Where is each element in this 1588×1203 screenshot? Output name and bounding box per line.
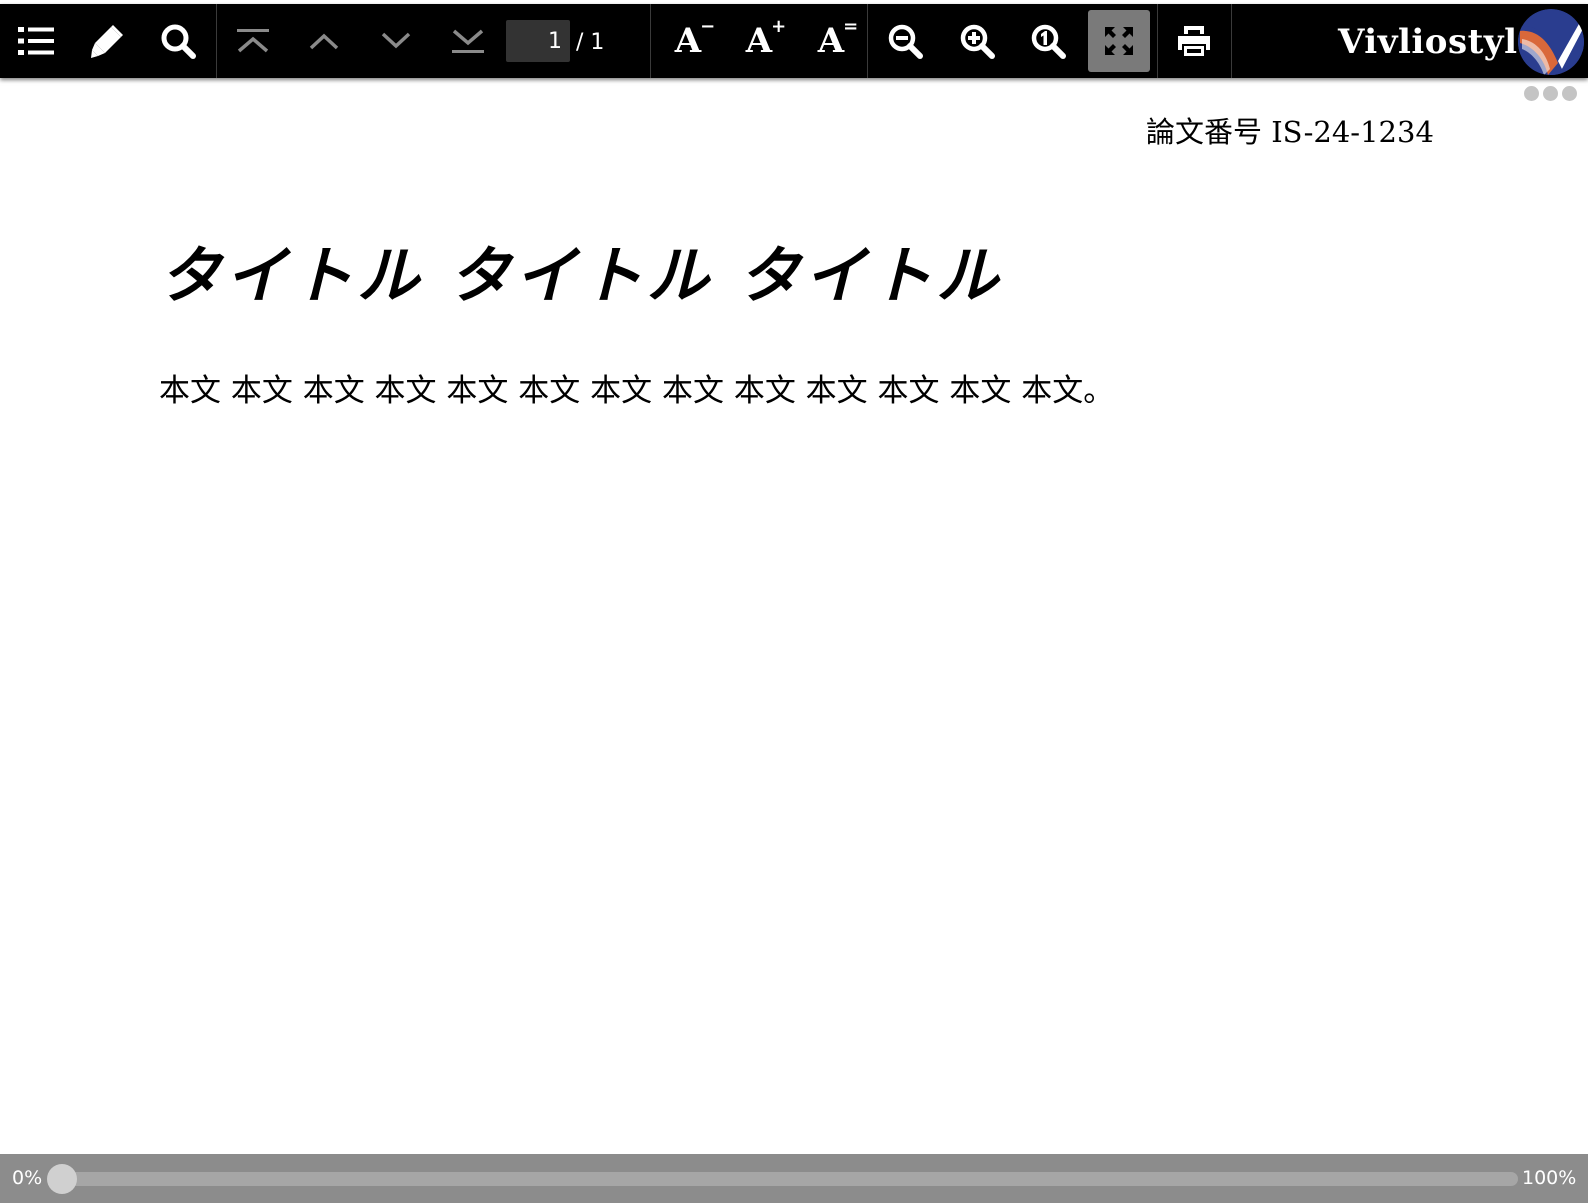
marker-pen-icon: [89, 23, 125, 59]
progress-start-label: 0%: [12, 1167, 43, 1189]
font-default-letter: A: [817, 21, 845, 61]
previous-page-button[interactable]: [293, 10, 355, 72]
dot-icon: [1562, 86, 1577, 101]
list-icon: [18, 25, 54, 57]
viewer-toolbar: / 1 A− A+ A=: [0, 4, 1588, 78]
zoom-actual-size-icon: [1030, 23, 1066, 59]
zoom-out-button[interactable]: [874, 10, 936, 72]
first-page-button[interactable]: [222, 10, 284, 72]
print-button[interactable]: [1163, 10, 1225, 72]
font-larger-icon: A +: [745, 18, 786, 61]
font-larger-mark: +: [771, 16, 787, 37]
toolbar-separator: [1231, 4, 1232, 78]
last-page-button[interactable]: [437, 10, 499, 72]
toolbar-separator: [650, 4, 651, 78]
chevron-down-icon: [380, 31, 412, 51]
dot-icon: [1524, 86, 1539, 101]
font-default-icon: A =: [817, 18, 858, 61]
zoom-out-icon: [887, 23, 923, 59]
more-options-dots[interactable]: [1524, 86, 1577, 101]
progress-slider-track[interactable]: [47, 1164, 1518, 1194]
font-default-mark: =: [843, 16, 859, 37]
toolbar-separator: [867, 4, 868, 78]
font-smaller-icon: A −: [674, 18, 715, 61]
toolbar-separator: [1157, 4, 1158, 78]
fit-screen-icon: [1103, 25, 1135, 57]
zoom-in-icon: [959, 23, 995, 59]
print-icon: [1176, 24, 1212, 58]
paper-number: 論文番号 IS-24-1234: [1146, 115, 1434, 149]
actual-size-button[interactable]: [1017, 10, 1079, 72]
font-smaller-letter: A: [674, 21, 702, 61]
next-page-button[interactable]: [365, 10, 427, 72]
brand-name: Vivliostyle: [1338, 22, 1540, 62]
toc-button[interactable]: [5, 10, 67, 72]
dot-icon: [1543, 86, 1558, 101]
zoom-in-button[interactable]: [946, 10, 1008, 72]
document-title: タイトル タイトル タイトル: [159, 239, 1003, 312]
last-page-icon: [450, 27, 486, 55]
fit-to-screen-button[interactable]: [1088, 10, 1150, 72]
toolbar-separator: [216, 4, 217, 78]
chevron-up-icon: [308, 31, 340, 51]
font-size-decrease-button[interactable]: A −: [657, 10, 719, 72]
font-size-reset-button[interactable]: A =: [800, 10, 862, 72]
font-smaller-mark: −: [700, 16, 716, 37]
font-size-increase-button[interactable]: A +: [728, 10, 790, 72]
progress-end-label: 100%: [1522, 1167, 1577, 1189]
vivliostyle-logo-icon: [1518, 9, 1584, 75]
first-page-icon: [235, 27, 271, 55]
page-number-input[interactable]: [506, 20, 570, 62]
search-button[interactable]: [147, 10, 209, 72]
font-larger-letter: A: [745, 21, 773, 61]
document-body-text: 本文 本文 本文 本文 本文 本文 本文 本文 本文 本文 本文 本文 本文。: [159, 373, 1115, 409]
marker-button[interactable]: [76, 10, 138, 72]
progress-slider-thumb[interactable]: [47, 1164, 77, 1194]
search-icon: [160, 23, 196, 59]
reading-progress-bar: 0% 100%: [0, 1154, 1588, 1203]
page-total-label: / 1: [576, 30, 605, 55]
